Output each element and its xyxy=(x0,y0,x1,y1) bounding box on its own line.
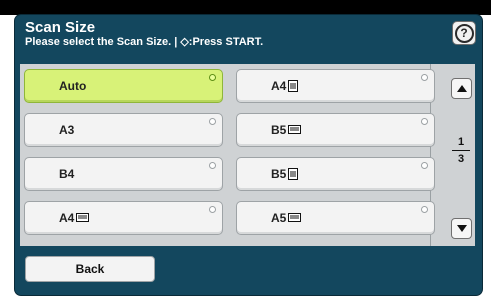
page-current: 1 xyxy=(457,136,465,148)
scan-size-a3-button[interactable]: A3 xyxy=(24,113,223,147)
landscape-icon xyxy=(288,213,302,222)
page-divider xyxy=(452,150,470,151)
scan-size-b5-portrait-button[interactable]: B5 xyxy=(236,157,435,191)
indicator-icon xyxy=(421,162,428,169)
scan-size-a4-landscape-button[interactable]: A4 xyxy=(24,201,223,235)
scan-size-b4-button[interactable]: B4 xyxy=(24,157,223,191)
arrow-up-icon xyxy=(456,85,467,92)
help-button[interactable]: ? xyxy=(452,21,476,45)
option-label: A5 xyxy=(271,211,287,225)
indicator-icon xyxy=(421,206,428,213)
portrait-icon xyxy=(288,79,299,92)
option-label: A3 xyxy=(59,123,75,137)
arrow-down-icon xyxy=(456,225,467,232)
indicator-icon xyxy=(209,118,216,125)
indicator-icon xyxy=(421,118,428,125)
scroll-up-button[interactable] xyxy=(451,78,472,99)
landscape-icon xyxy=(76,213,90,222)
option-label: B5 xyxy=(271,123,287,137)
scan-size-auto-button[interactable]: Auto xyxy=(24,69,223,103)
dialog-header: Scan Size Please select the Scan Size. |… xyxy=(25,19,263,49)
back-button[interactable]: Back xyxy=(25,256,155,282)
portrait-icon xyxy=(288,167,299,180)
top-bar xyxy=(0,0,491,15)
dialog-title: Scan Size xyxy=(25,19,96,36)
landscape-icon xyxy=(288,125,302,134)
dialog-instruction: Please select the Scan Size. | ◇:Press S… xyxy=(25,36,264,48)
option-label: B5 xyxy=(271,167,287,181)
option-label: B4 xyxy=(59,167,75,181)
option-label: A4 xyxy=(271,79,287,93)
indicator-icon xyxy=(209,206,216,213)
scan-size-a4-portrait-button[interactable]: A4 xyxy=(236,69,435,103)
indicator-icon xyxy=(421,74,428,81)
option-label: A4 xyxy=(59,211,75,225)
option-label: Auto xyxy=(59,79,87,93)
page-indicator: 1 3 xyxy=(452,136,470,165)
scan-size-b5-landscape-button[interactable]: B5 xyxy=(236,113,435,147)
indicator-icon xyxy=(209,162,216,169)
scroll-down-button[interactable] xyxy=(451,218,472,239)
help-icon: ? xyxy=(454,23,474,43)
scan-size-a5-landscape-button[interactable]: A5 xyxy=(236,201,435,235)
page-total: 3 xyxy=(457,153,465,165)
selected-indicator-icon xyxy=(209,74,216,81)
